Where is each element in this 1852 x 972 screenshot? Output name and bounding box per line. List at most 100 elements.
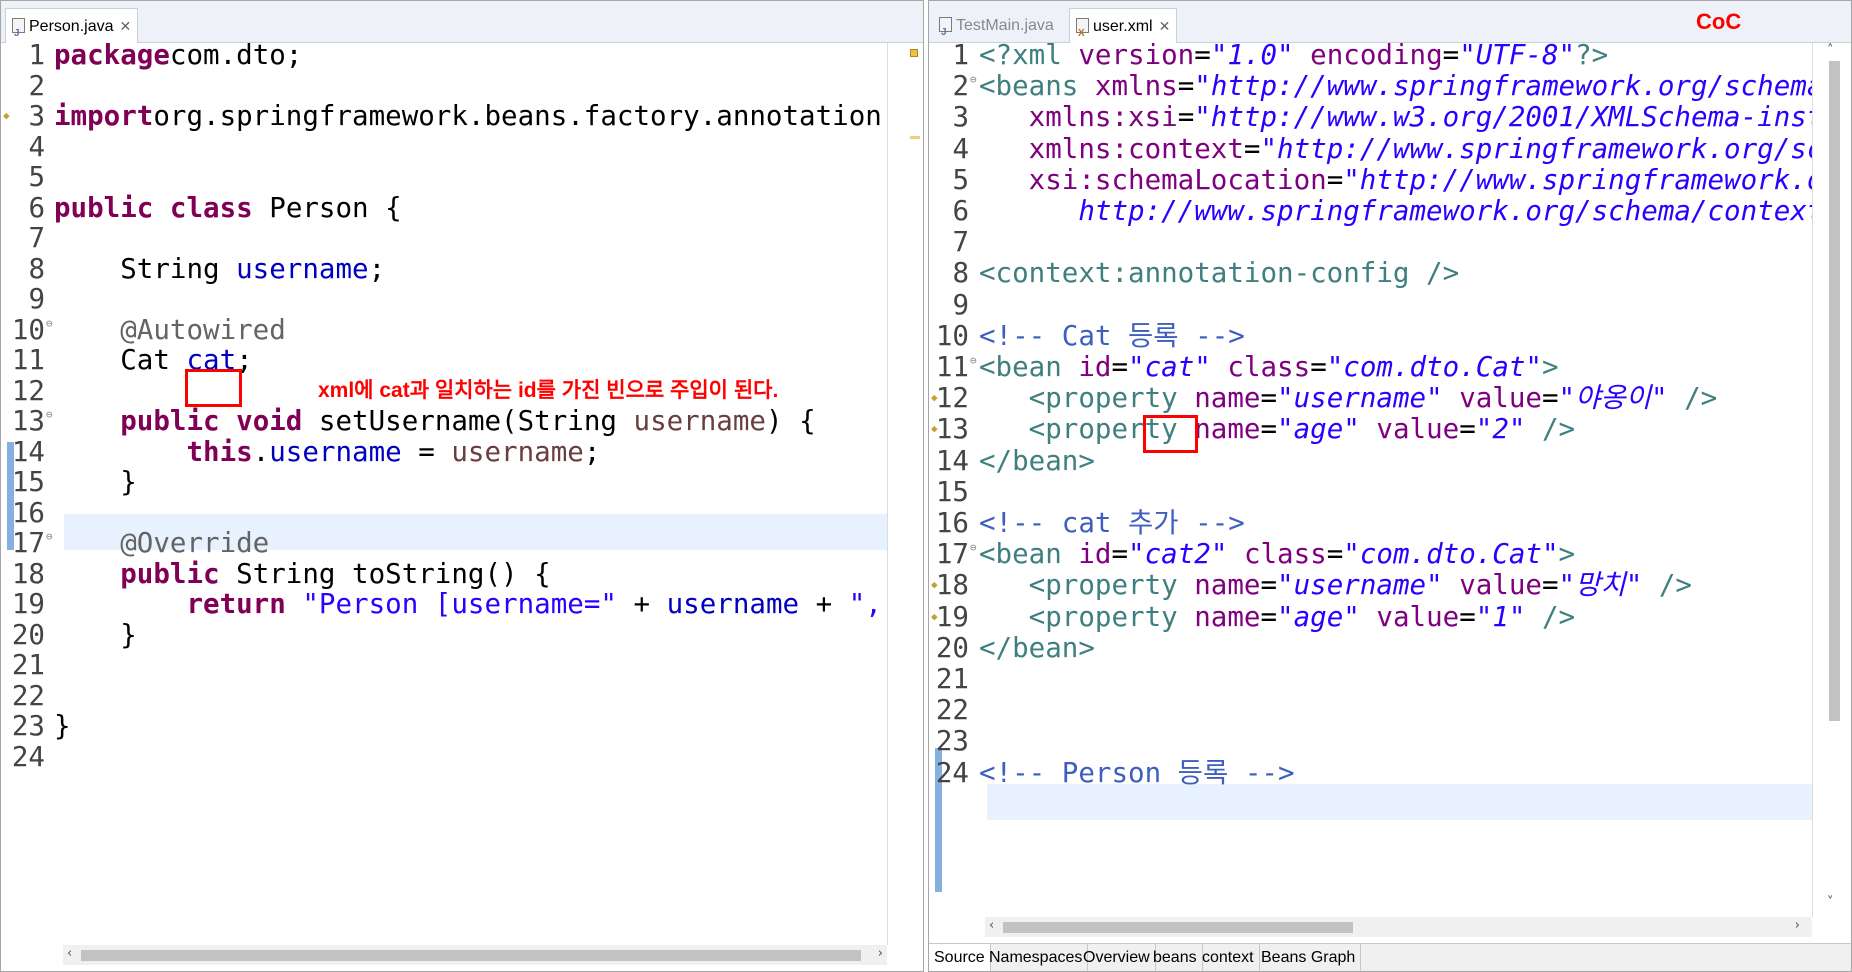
line-number[interactable]: 24 [1, 739, 45, 775]
fold-toggle-icon[interactable]: ⊖ [46, 397, 53, 433]
code-token: <property [1028, 382, 1195, 415]
code-token: "age" [1277, 413, 1360, 446]
code-token: </bean> [979, 631, 1095, 664]
code-token: value [1459, 569, 1542, 602]
fold-toggle-icon[interactable]: ⊖ [46, 519, 53, 555]
left-editor-pane: Person.java ✕ 1packagecom.dto;23◆importor… [0, 0, 924, 972]
code-token: version [1078, 43, 1195, 71]
right-vertical-scrollbar[interactable]: ˄ ˅ [1812, 43, 1851, 917]
code-token: setUsername(String [302, 405, 634, 437]
code-token: http://www.springframework.org/schema/co… [1078, 195, 1812, 227]
tab-user-xml[interactable]: user.xml ✕ [1069, 8, 1178, 51]
code-token: "http://www.w3.org/2001/XMLSchema-instan… [1194, 101, 1812, 134]
code-token: . [252, 435, 270, 468]
code-text: <!-- Person 등록 --> [979, 755, 1295, 791]
java-file-icon [939, 15, 952, 50]
code-token: import [54, 100, 154, 132]
warning-marker [910, 49, 918, 57]
code-token: ", cat=" [848, 588, 882, 620]
code-token: } [54, 618, 137, 651]
tab-testmain-label: TestMain.java [956, 17, 1054, 34]
fold-toggle-icon[interactable]: ⊖ [46, 306, 53, 342]
tab-overview[interactable]: Overview [1078, 944, 1156, 971]
code-token: /> [1542, 600, 1576, 633]
code-token: "1.0" [1210, 43, 1294, 71]
cat-field-highlight-box [185, 369, 242, 407]
close-icon[interactable]: ✕ [1159, 9, 1171, 44]
tab-source[interactable]: Source [929, 944, 991, 971]
code-token: Cat [54, 344, 187, 376]
scroll-right-arrow-icon[interactable]: › [878, 946, 883, 961]
java-file-icon [12, 16, 25, 51]
tab-person-java[interactable]: Person.java ✕ [5, 8, 139, 51]
tab-context[interactable]: context [1197, 944, 1260, 971]
tab-user-xml-label: user.xml [1093, 18, 1153, 35]
java-code-editor[interactable]: 1 packagecom.dto; 2 3 ◆ importorg.springframe… [1, 43, 887, 947]
autowired-annotation-note: xml에 cat과 일치하는 id를 가진 빈으로 주입이 된다. [318, 379, 779, 402]
code-token: ) { [765, 405, 816, 437]
code-token: public [120, 557, 220, 590]
fold-toggle-icon[interactable]: ⊖ [970, 530, 977, 566]
scroll-thumb[interactable] [81, 950, 861, 961]
code-token: String [54, 252, 237, 285]
scroll-thumb[interactable] [1829, 61, 1840, 721]
scroll-left-arrow-icon[interactable]: ‹ [67, 946, 72, 961]
code-token: "cat2" [1128, 538, 1228, 571]
code-token: <bean [979, 351, 1079, 383]
code-token: ; [368, 252, 386, 285]
cat-id-highlight-box [1143, 415, 1198, 453]
code-token: xmlns [1094, 70, 1178, 103]
code-line: 24 <!-- Person 등록 --> [929, 755, 1812, 791]
tab-person-java-label: Person.java [29, 18, 114, 35]
xml-code-editor[interactable]: 1 <?xml version="1.0" encoding="UTF-8"?> 2… [929, 43, 1812, 917]
scroll-right-arrow-icon[interactable]: › [1795, 918, 1800, 933]
scroll-up-arrow-icon[interactable]: ˄ [1827, 43, 1834, 58]
scroll-left-arrow-icon[interactable]: ‹ [989, 918, 994, 933]
tab-beans-graph[interactable]: Beans Graph [1256, 944, 1362, 971]
code-token: xmlns:xsi [1028, 101, 1178, 134]
fold-toggle-icon[interactable]: ⊖ [970, 343, 977, 379]
code-token: + [799, 588, 849, 620]
scroll-down-arrow-icon[interactable]: ˅ [1827, 895, 1834, 910]
tab-testmain-java[interactable]: TestMain.java [933, 8, 1060, 50]
code-token: } [54, 466, 137, 498]
code-line: 24 [1, 739, 887, 775]
code-token: "username" [1277, 569, 1443, 602]
fold-toggle-icon[interactable]: ⊖ [970, 62, 977, 98]
code-token: "UTF-8" [1459, 43, 1576, 71]
code-token: = [1459, 600, 1476, 633]
left-horizontal-scrollbar[interactable]: ‹ › [63, 945, 887, 965]
code-token: org.springframework.beans.factory.annota… [153, 100, 887, 132]
code-token: "http://www.springframework.org/schema/c… [1260, 132, 1812, 165]
code-token: = [1326, 163, 1344, 196]
scroll-thumb[interactable] [1003, 922, 1353, 933]
code-token: <context:annotation-config /> [979, 257, 1460, 290]
code-token: = [1442, 43, 1460, 71]
code-token: "http://www.springframework.org/schema/b… [1343, 163, 1812, 196]
code-token: = [1111, 538, 1129, 571]
line-number[interactable]: 24 [929, 755, 969, 791]
code-token: class [169, 191, 253, 224]
code-token: name [1194, 382, 1261, 415]
right-horizontal-scrollbar[interactable]: ‹ › [985, 917, 1812, 937]
code-token: encoding [1310, 43, 1443, 71]
close-icon[interactable]: ✕ [120, 9, 132, 44]
tab-beans[interactable]: beans [1148, 944, 1203, 971]
tab-namespaces[interactable]: Namespaces [984, 944, 1089, 971]
code-token: "Person [username=" [302, 588, 617, 620]
